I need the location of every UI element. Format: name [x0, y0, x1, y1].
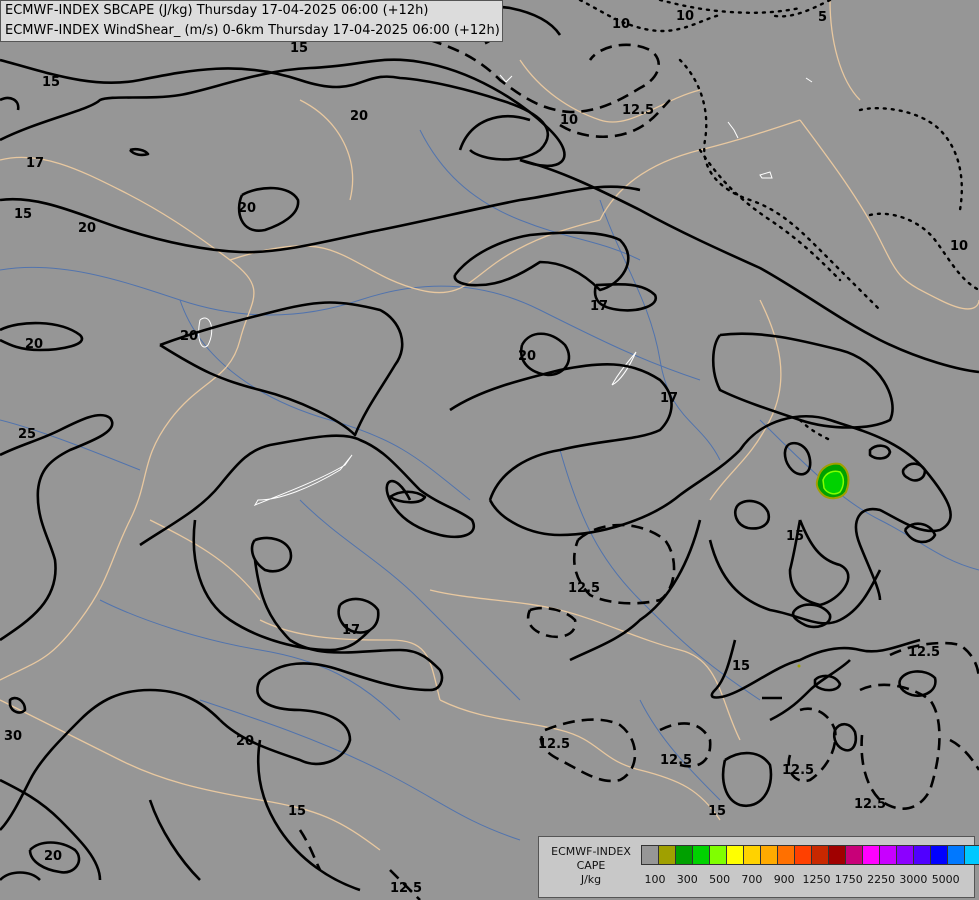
contour-label: 12.5	[568, 581, 600, 596]
contour-label: 15	[732, 659, 750, 674]
contour-label: 12.5	[390, 881, 422, 896]
legend-swatch	[863, 846, 880, 864]
legend-title-line: ECMWF-INDEX	[551, 845, 631, 858]
contour-label: 17	[26, 156, 44, 171]
contour-label: 17	[660, 391, 678, 406]
legend-tick-label: 100	[644, 873, 666, 886]
legend-swatch	[761, 846, 778, 864]
legend-swatch	[744, 846, 761, 864]
contour-label: 17	[342, 623, 360, 638]
legend-tick-label: 1750	[834, 873, 863, 886]
map-background	[0, 0, 979, 900]
contour-label: 15	[42, 75, 60, 90]
contour-label: 12.5	[908, 645, 940, 660]
legend-title-line: CAPE	[576, 859, 606, 872]
legend-tick-label: 3000	[899, 873, 928, 886]
legend-tick-label: 700	[741, 873, 763, 886]
legend-swatch	[812, 846, 829, 864]
legend-title: ECMWF-INDEX CAPE J/kg	[543, 845, 639, 887]
contour-label: 25	[18, 427, 36, 442]
contour-label: 12.5	[782, 763, 814, 778]
legend-swatch	[880, 846, 897, 864]
legend-swatch	[897, 846, 914, 864]
legend-swatch	[710, 846, 727, 864]
legend-tick-labels: 100 300 500 700 900 1250 1750 2250 3000 5000	[641, 873, 971, 887]
map-title-box: ECMWF-INDEX SBCAPE (J/kg) Thursday 17-04…	[0, 0, 503, 42]
contour-label: 10	[560, 113, 578, 128]
map-title-line: ECMWF-INDEX SBCAPE (J/kg) Thursday 17-04…	[5, 3, 429, 18]
contour-label: 20	[44, 849, 62, 864]
legend-swatch	[948, 846, 965, 864]
contour-label: 12.5	[854, 797, 886, 812]
contour-label: 30	[4, 729, 22, 744]
map-subtitle-line: ECMWF-INDEX WindShear_ (m/s) 0-6km Thurs…	[5, 23, 500, 38]
contour-label: 12.5	[622, 103, 654, 118]
contour-label: 20	[78, 221, 96, 236]
contour-label: 12.5	[538, 737, 570, 752]
legend-tick-label: 1250	[802, 873, 831, 886]
cape-legend: ECMWF-INDEX CAPE J/kg 100 300 500 700 900 125…	[538, 836, 979, 898]
contour-label: 10	[950, 239, 968, 254]
contour-label: 20	[25, 337, 43, 352]
legend-tick-label: 900	[773, 873, 795, 886]
contour-label: 15	[708, 804, 726, 819]
legend-tick-label: 500	[709, 873, 731, 886]
contour-label: 20	[180, 329, 198, 344]
legend-swatch	[965, 846, 979, 864]
legend-unit: J/kg	[580, 873, 602, 886]
contour-label: 17	[590, 299, 608, 314]
contour-label: 20	[350, 109, 368, 124]
contour-label: 10	[612, 17, 630, 32]
legend-swatch	[778, 846, 795, 864]
contour-label: 15	[786, 529, 804, 544]
contour-label: 5	[818, 10, 827, 25]
contour-label: 20	[518, 349, 536, 364]
contour-label: 12.5	[660, 753, 692, 768]
contour-label: 20	[236, 734, 254, 749]
legend-swatch	[829, 846, 846, 864]
legend-swatch	[931, 846, 948, 864]
contour-label: 15	[14, 207, 32, 222]
legend-swatch	[693, 846, 710, 864]
legend-tick-label: 2250	[867, 873, 896, 886]
weather-map: 15 17 15 20 20 20 20 20 25 17 20 17 17 1…	[0, 0, 979, 900]
legend-swatch	[642, 846, 659, 864]
legend-tick-label: 5000	[931, 873, 960, 886]
legend-tick-label: 300	[676, 873, 698, 886]
legend-swatch	[659, 846, 676, 864]
legend-swatch	[846, 846, 863, 864]
contour-label: 20	[238, 201, 256, 216]
legend-swatch	[727, 846, 744, 864]
legend-swatch	[676, 846, 693, 864]
legend-color-bar	[641, 845, 979, 865]
legend-swatch	[914, 846, 931, 864]
contour-label: 10	[676, 9, 694, 24]
contour-label: 15	[288, 804, 306, 819]
legend-swatch	[795, 846, 812, 864]
contour-label: 15	[290, 41, 308, 56]
